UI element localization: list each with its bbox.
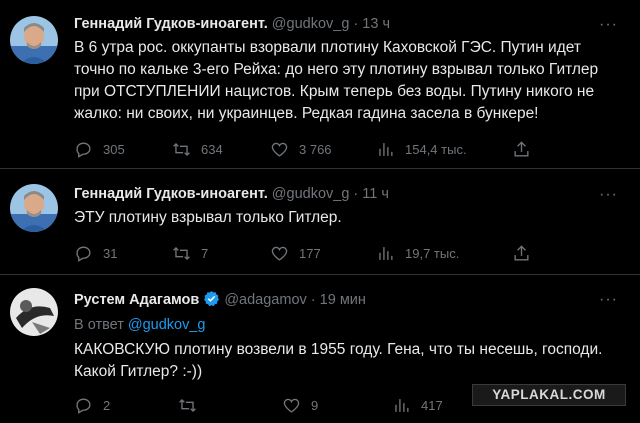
views-count: 19,7 тыс. — [405, 245, 460, 261]
action-bar: 31 7 177 19,7 тыс. — [74, 242, 544, 264]
tweet-text: ЭТУ плотину взрывал только Гитлер. — [74, 207, 630, 229]
tweet-2[interactable]: Геннадий Гудков-иноагент. @gudkov_g · 11… — [0, 169, 640, 274]
reply-icon — [76, 397, 91, 414]
reply-button[interactable]: 305 — [74, 138, 125, 160]
like-button[interactable]: 3 766 — [270, 138, 332, 160]
views-icon — [395, 398, 409, 412]
views-icon — [379, 142, 393, 156]
tweet-text: В 6 утра рос. оккупанты взорвали плотину… — [74, 37, 630, 125]
tweet-header: Геннадий Гудков-иноагент. @gudkov_g · 13… — [74, 15, 390, 33]
reply-count: 2 — [103, 397, 111, 413]
author-name[interactable]: Геннадий Гудков-иноагент. — [74, 186, 268, 202]
reply-button[interactable]: 2 — [74, 394, 110, 416]
share-icon — [514, 140, 529, 157]
action-bar: 305 634 3 766 154,4 тыс. — [74, 138, 544, 160]
author-handle[interactable]: @gudkov_g — [272, 186, 350, 202]
timestamp[interactable]: 13 ч — [362, 16, 390, 32]
retweet-icon — [179, 398, 196, 412]
tweet-text-line: КАКОВСКУЮ плотину возвели в 1955 году. Г… — [74, 341, 603, 358]
retweet-icon — [173, 246, 190, 260]
retweet-count: 7 — [201, 245, 209, 261]
tweet-text-line: при ОТСТУПЛЕНИИ нацистов. Крым теперь бе… — [74, 83, 595, 100]
reply-icon — [76, 141, 91, 158]
reply-to-link[interactable]: @gudkov_g — [128, 317, 206, 333]
tweet-text-line: точно по кальке 3-его Рейха: до него эту… — [74, 61, 599, 78]
author-name[interactable]: Рустем Адагамов — [74, 292, 199, 308]
tweet-header: Геннадий Гудков-иноагент. @gudkov_g · 11… — [74, 185, 389, 203]
like-icon — [271, 246, 288, 261]
like-icon — [271, 142, 288, 157]
tweet-text-line: Какой Гитлер? :-)) — [74, 363, 203, 380]
tweet-text-line: В 6 утра рос. оккупанты взорвали плотину… — [74, 39, 581, 56]
retweet-button[interactable] — [178, 394, 207, 416]
verified-badge-icon — [203, 290, 220, 312]
views-button[interactable]: 154,4 тыс. — [376, 138, 467, 160]
avatar-adagamov[interactable] — [10, 288, 58, 336]
like-icon — [283, 398, 300, 413]
retweet-button[interactable]: 7 — [172, 242, 208, 264]
timestamp[interactable]: 11 ч — [362, 186, 389, 202]
share-button[interactable] — [512, 242, 541, 264]
like-count: 3 766 — [299, 141, 332, 157]
views-count: 154,4 тыс. — [405, 141, 467, 157]
author-handle[interactable]: @gudkov_g — [272, 16, 350, 32]
views-button[interactable]: 19,7 тыс. — [376, 242, 459, 264]
watermark-logo: YAPLAKAL.COM — [472, 384, 626, 406]
like-button[interactable]: 9 — [282, 394, 318, 416]
author-handle[interactable]: @adagamov — [224, 292, 306, 308]
reply-button[interactable]: 31 — [74, 242, 117, 264]
timestamp[interactable]: 19 мин — [320, 292, 366, 308]
avatar-gudkov[interactable] — [10, 184, 58, 232]
tweet-text-line: жалко: ни своих, ни украинцев. Редкая га… — [74, 105, 539, 122]
more-icon[interactable]: ··· — [599, 292, 618, 308]
separator-dot: · — [353, 186, 359, 202]
views-icon — [379, 246, 393, 260]
share-button[interactable] — [512, 138, 541, 160]
reply-icon — [76, 245, 91, 262]
reply-prefix: В ответ — [74, 317, 124, 333]
tweet-1[interactable]: Геннадий Гудков-иноагент. @gudkov_g · 13… — [0, 0, 640, 168]
avatar-gudkov[interactable] — [10, 16, 58, 64]
more-icon[interactable]: ··· — [599, 17, 618, 33]
more-icon[interactable]: ··· — [599, 187, 618, 203]
reply-count: 31 — [103, 245, 118, 261]
retweet-count: 634 — [201, 141, 223, 157]
like-count: 177 — [299, 245, 321, 261]
views-button[interactable]: 417 — [392, 394, 443, 416]
separator-dot: · — [353, 16, 359, 32]
separator-dot: · — [310, 292, 316, 308]
tweet-text: КАКОВСКУЮ плотину возвели в 1955 году. Г… — [74, 339, 630, 383]
tweet-header: Рустем Адагамов @adagamov · 19 мин — [74, 290, 366, 312]
like-count: 9 — [311, 397, 319, 413]
reply-context: В ответ @gudkov_g — [74, 317, 206, 333]
author-name[interactable]: Геннадий Гудков-иноагент. — [74, 16, 268, 32]
tweet-text-line: ЭТУ плотину взрывал только Гитлер. — [74, 209, 342, 226]
like-button[interactable]: 177 — [270, 242, 321, 264]
share-icon — [514, 244, 529, 261]
views-count: 417 — [421, 397, 443, 413]
reply-count: 305 — [103, 141, 125, 157]
retweet-icon — [173, 142, 190, 156]
retweet-button[interactable]: 634 — [172, 138, 223, 160]
